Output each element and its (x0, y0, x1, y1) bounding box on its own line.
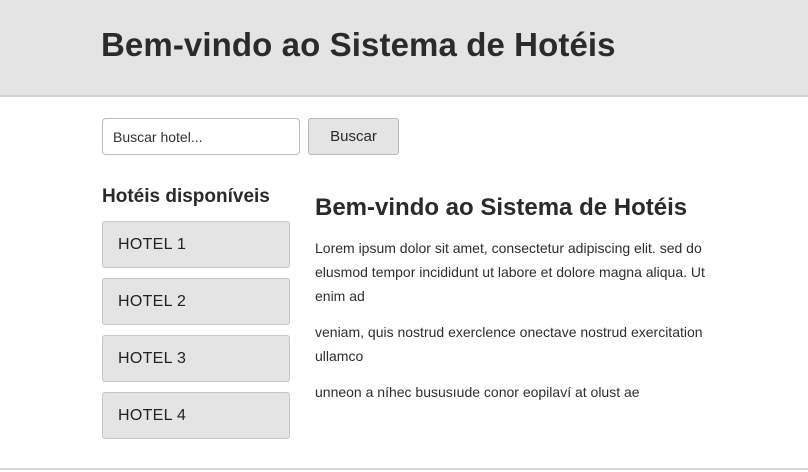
content-title: Bem-vindo ao Sistema de Hotéis (315, 194, 688, 221)
content-paragraph-2: veniam, quis nostrud exerclence onectave… (315, 324, 703, 364)
hotel-item-3[interactable]: HOTEL 3 (102, 335, 290, 382)
page-header: Bem-vindo ao Sistema de Hotéis (0, 0, 808, 97)
search-button[interactable]: Buscar (308, 118, 399, 155)
hotel-item-2[interactable]: HOTEL 2 (102, 278, 290, 325)
content-paragraph-3: unneon a níhec bususıude conor eopilaví … (315, 384, 640, 400)
hotel-item-1[interactable]: HOTEL 1 (102, 221, 290, 268)
sidebar-title: Hotéis disponíveis (102, 186, 270, 207)
header-title: Bem-vindo ao Sistema de Hotéis (101, 26, 616, 63)
search-input[interactable] (102, 118, 300, 155)
main-content: Bem-vindo ao Sistema de Hotéis Lorem ips… (315, 194, 715, 416)
hotel-list: HOTEL 1 HOTEL 2 HOTEL 3 HOTEL 4 (102, 221, 290, 449)
content-paragraph-1: Lorem ipsum dolor sit amet, consectetur … (315, 240, 705, 304)
footer-divider (0, 468, 808, 470)
hotel-item-4[interactable]: HOTEL 4 (102, 392, 290, 439)
